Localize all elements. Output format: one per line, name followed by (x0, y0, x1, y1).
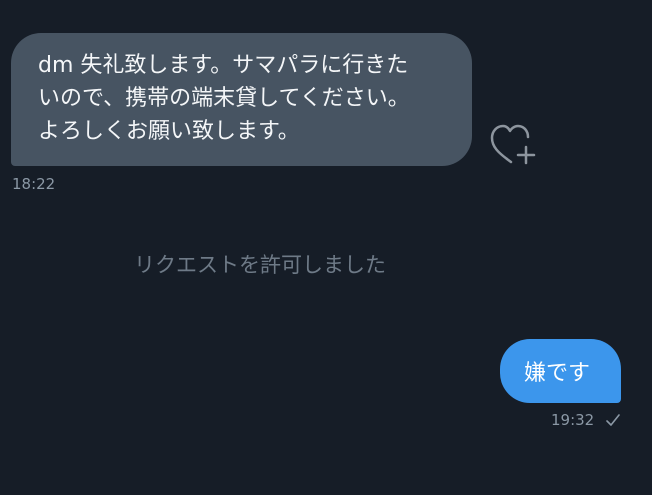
incoming-message-line: いので、携帯の端末貸してください。 (38, 86, 410, 111)
heart-plus-icon (490, 124, 536, 165)
incoming-message-line: よろしくお願い致します。 (38, 119, 300, 144)
system-message: リクエストを許可しました (134, 253, 386, 277)
outgoing-message-text: 嫌です (524, 361, 591, 386)
outgoing-message-timestamp: 19:32 (551, 411, 595, 429)
incoming-message-line: dm 失礼致します。サマパラに行きた (38, 53, 409, 78)
outgoing-message-bubble[interactable]: 嫌です (500, 339, 621, 403)
incoming-message-timestamp: 18:22 (12, 175, 56, 193)
checkmark-icon (606, 414, 620, 426)
incoming-message-bubble[interactable]: dm 失礼致します。サマパラに行きた いので、携帯の端末貸してください。 よろし… (11, 33, 472, 166)
add-reaction-button[interactable] (489, 123, 539, 167)
